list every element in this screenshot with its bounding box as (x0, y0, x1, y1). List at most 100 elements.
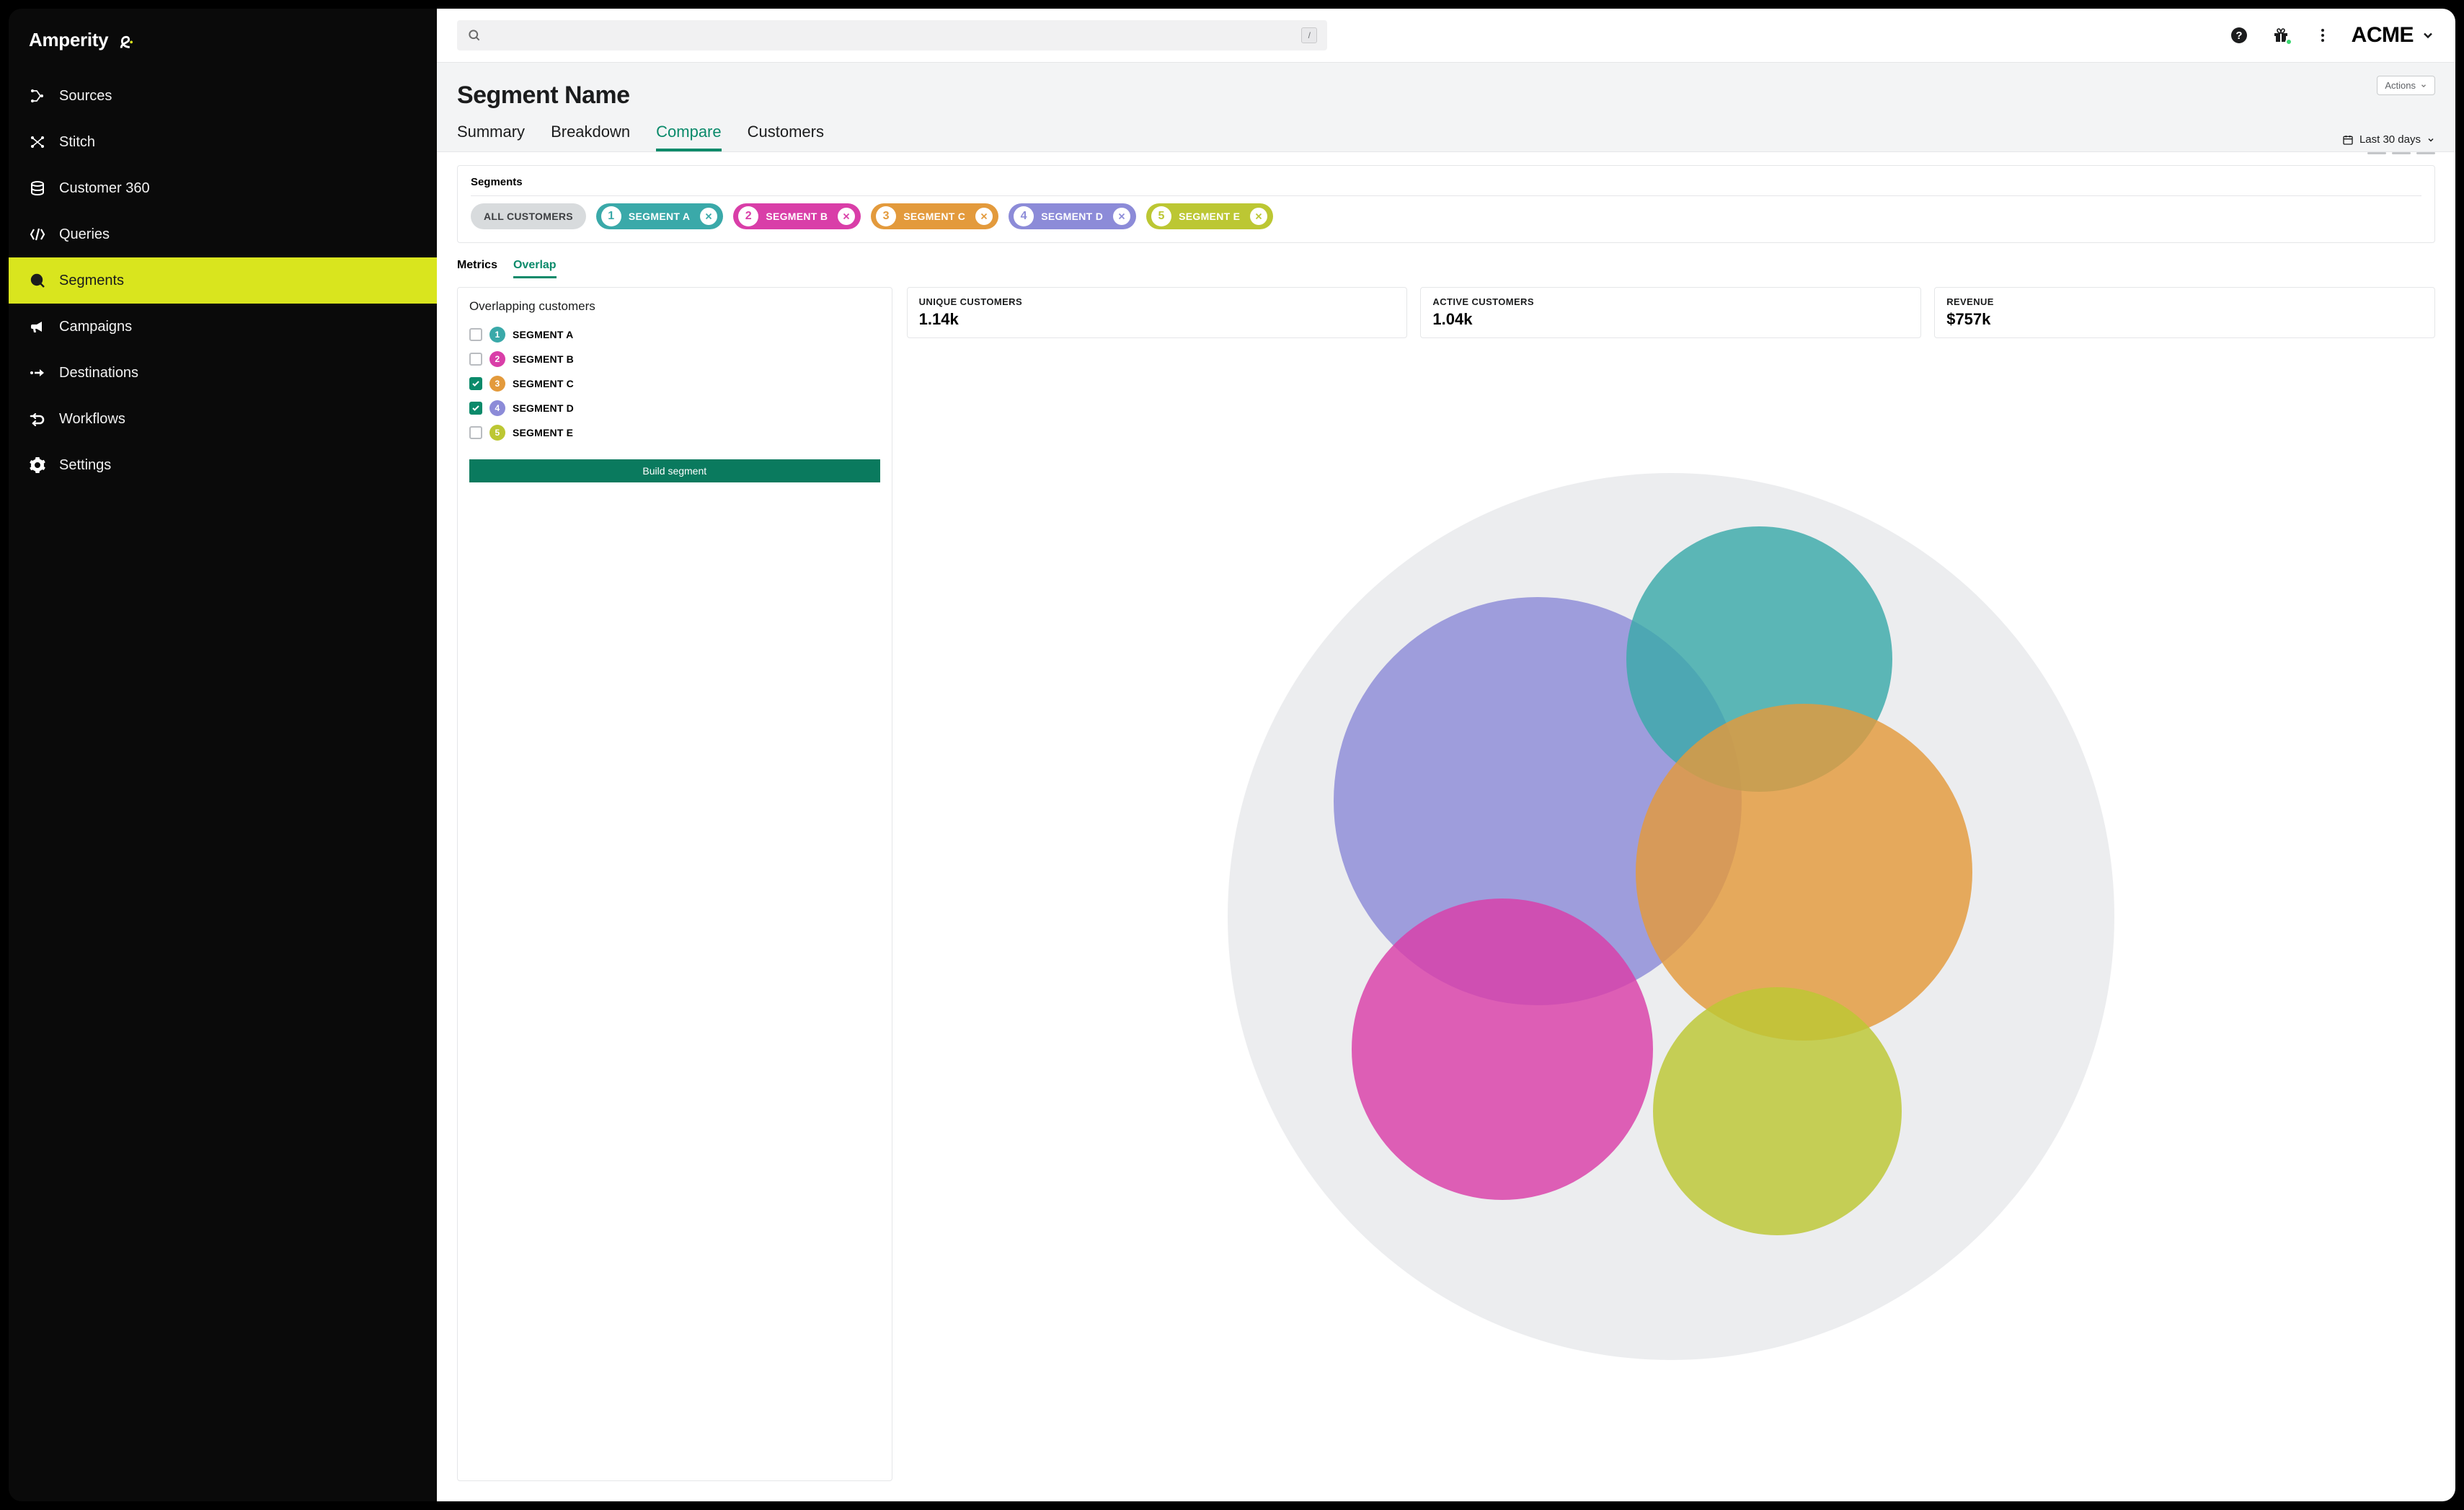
tab-breakdown[interactable]: Breakdown (551, 123, 630, 151)
segment-number-badge: 2 (489, 351, 505, 367)
segments-icon (29, 272, 46, 289)
segment-row-label: SEGMENT B (513, 353, 574, 365)
search-input[interactable] (490, 28, 1293, 43)
sidebar-item-campaigns[interactable]: Campaigns (9, 304, 437, 350)
destinations-icon (29, 364, 46, 381)
chevron-down-icon (2427, 136, 2435, 144)
main-panel: / ? ACME Segment Name (437, 9, 2455, 1501)
close-icon (842, 212, 851, 221)
chip-label: SEGMENT D (1041, 211, 1106, 222)
tenant-name: ACME (2352, 23, 2414, 48)
brand-text: Amperity (29, 29, 108, 51)
sidebar-item-label: Sources (59, 88, 112, 105)
sidebar-item-queries[interactable]: Queries (9, 211, 437, 257)
kebab-menu-icon[interactable] (2314, 27, 2331, 44)
chip-remove-button[interactable] (700, 208, 717, 225)
tenant-picker[interactable]: ACME (2352, 23, 2435, 48)
overlap-side-panel: Overlapping customers 1 SEGMENT A 2 SEGM… (457, 287, 892, 1481)
chip-label: SEGMENT B (766, 211, 830, 222)
segment-row-label: SEGMENT A (513, 329, 574, 340)
overlap-metrics-area: UNIQUE CUSTOMERS 1.14k ACTIVE CUSTOMERS … (907, 287, 2435, 1481)
chip-segment-e[interactable]: 5 SEGMENT E (1146, 203, 1273, 229)
overlap-row-segment-a: 1 SEGMENT A (469, 327, 880, 343)
actions-button[interactable]: Actions (2377, 76, 2435, 95)
search-icon (467, 28, 482, 43)
stat-active-customers: ACTIVE CUSTOMERS 1.04k (1420, 287, 1921, 338)
sidebar-item-settings[interactable]: Settings (9, 442, 437, 488)
venn-bubble-segment-b[interactable] (1352, 899, 1653, 1200)
tab-customers[interactable]: Customers (748, 123, 824, 151)
search-box[interactable]: / (457, 20, 1327, 50)
chip-label: SEGMENT C (903, 211, 968, 222)
segment-row-label: SEGMENT C (513, 378, 574, 389)
checkbox-segment-b[interactable] (469, 353, 482, 366)
segment-number-badge: 1 (489, 327, 505, 343)
overlap-body: Overlapping customers 1 SEGMENT A 2 SEGM… (437, 278, 2455, 1501)
brand-logo: Amperity (9, 29, 437, 73)
sidebar-item-label: Customer 360 (59, 180, 150, 197)
sidebar-item-workflows[interactable]: Workflows (9, 396, 437, 442)
checkbox-segment-c[interactable] (469, 377, 482, 390)
tab-summary[interactable]: Summary (457, 123, 525, 151)
chip-all-customers[interactable]: ALL CUSTOMERS (471, 203, 586, 229)
search-slash-hint: / (1301, 27, 1317, 43)
segment-chips: ALL CUSTOMERS 1 SEGMENT A 2 SEGMENT B 3 … (471, 203, 2421, 229)
check-icon (471, 379, 480, 388)
venn-diagram-container (907, 351, 2435, 1481)
segment-row-label: SEGMENT E (513, 427, 573, 438)
page-title: Segment Name (457, 81, 2435, 110)
stat-revenue: REVENUE $757k (1934, 287, 2435, 338)
chip-remove-button[interactable] (1113, 208, 1130, 225)
page-tabs: Summary Breakdown Compare Customers (457, 123, 2435, 151)
check-icon (471, 404, 480, 412)
sidebar-item-sources[interactable]: Sources (9, 73, 437, 119)
workflows-icon (29, 410, 46, 428)
chip-remove-button[interactable] (838, 208, 855, 225)
overlap-row-segment-e: 5 SEGMENT E (469, 425, 880, 441)
sidebar-item-destinations[interactable]: Destinations (9, 350, 437, 396)
chip-remove-button[interactable] (975, 208, 993, 225)
sidebar-item-customer360[interactable]: Customer 360 (9, 165, 437, 211)
sidebar-item-segments[interactable]: Segments (9, 257, 437, 304)
sources-icon (29, 87, 46, 105)
chip-segment-c[interactable]: 3 SEGMENT C (871, 203, 998, 229)
help-icon[interactable]: ? (2230, 27, 2248, 44)
sidebar-item-label: Queries (59, 226, 110, 243)
topbar: / ? ACME (437, 9, 2455, 63)
close-icon (1117, 212, 1126, 221)
build-segment-button[interactable]: Build segment (469, 459, 880, 482)
sidebar-item-stitch[interactable]: Stitch (9, 119, 437, 165)
close-icon (704, 212, 713, 221)
segments-strip: Segments ALL CUSTOMERS 1 SEGMENT A 2 SEG… (457, 165, 2435, 243)
gift-icon[interactable] (2272, 27, 2290, 44)
chip-segment-b[interactable]: 2 SEGMENT B (733, 203, 861, 229)
close-icon (1254, 212, 1263, 221)
subtab-overlap[interactable]: Overlap (513, 259, 557, 278)
segment-number-badge: 4 (489, 400, 505, 416)
overlap-row-segment-d: 4 SEGMENT D (469, 400, 880, 416)
stat-row: UNIQUE CUSTOMERS 1.14k ACTIVE CUSTOMERS … (907, 287, 2435, 338)
stitch-icon (29, 133, 46, 151)
date-range-picker[interactable]: Last 30 days (2342, 133, 2435, 146)
chip-number: 1 (601, 206, 621, 226)
tab-compare[interactable]: Compare (656, 123, 721, 151)
app-window: Amperity Sources Stitch Customer 360 Que… (9, 9, 2455, 1501)
chip-number: 2 (738, 206, 758, 226)
subtab-metrics[interactable]: Metrics (457, 259, 497, 278)
settings-icon (29, 456, 46, 474)
stat-label: ACTIVE CUSTOMERS (1432, 296, 1909, 307)
overlap-row-segment-c: 3 SEGMENT C (469, 376, 880, 392)
checkbox-segment-e[interactable] (469, 426, 482, 439)
sidebar: Amperity Sources Stitch Customer 360 Que… (9, 9, 437, 1501)
checkbox-segment-a[interactable] (469, 328, 482, 341)
sidebar-item-label: Campaigns (59, 319, 132, 335)
queries-icon (29, 226, 46, 243)
campaigns-icon (29, 318, 46, 335)
venn-bubble-segment-e[interactable] (1653, 987, 1901, 1235)
chip-remove-button[interactable] (1250, 208, 1267, 225)
checkbox-segment-d[interactable] (469, 402, 482, 415)
compare-subtabs: Metrics Overlap (457, 259, 2435, 278)
sidebar-item-label: Segments (59, 273, 124, 289)
chip-segment-a[interactable]: 1 SEGMENT A (596, 203, 723, 229)
chip-segment-d[interactable]: 4 SEGMENT D (1009, 203, 1136, 229)
